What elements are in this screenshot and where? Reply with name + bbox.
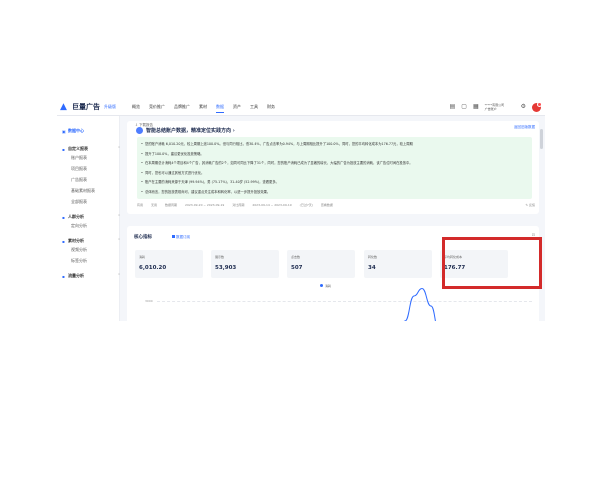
- checkbox-icon: [172, 235, 175, 238]
- sidebar-group[interactable]: ▪ 人群分析 ˄: [57, 214, 124, 220]
- data-center-icon: ▣: [62, 129, 66, 134]
- footer-item: 数据周期: [165, 203, 178, 207]
- metric-value: 34: [368, 265, 376, 271]
- sidebar-group[interactable]: ▪ 流量分析 ˄: [57, 273, 124, 279]
- nav-item[interactable]: 资产: [233, 104, 241, 113]
- metric-label: 点击数: [291, 255, 301, 259]
- sidebar-item[interactable]: 全部报表: [57, 199, 133, 205]
- footer-item: 2023-09-14 ~ 2023-09-19: [252, 203, 292, 207]
- nav-item[interactable]: 品牌推广: [174, 104, 190, 113]
- sidebar-item-label: 数据中心: [68, 128, 84, 133]
- summary-bullet: 在本周期总计消耗4个项目和4个广告，其消耗广告的2个，如同可同比下降了31个，同…: [141, 160, 413, 165]
- sidebar-group-label: 素材分析: [68, 238, 84, 243]
- line-chart: [404, 287, 436, 321]
- footer-item: (已过7天): [299, 203, 313, 207]
- chevron-up-icon: ˄: [118, 214, 120, 219]
- nav-item[interactable]: 工具: [250, 104, 258, 113]
- metric-card[interactable]: 消耗 6,010.20: [135, 250, 203, 278]
- sidebar: ▣ 数据中心 ▪ 自定义报表 ˄ 账户报表 项目报表 广告报表 基础素材报表 全部报表 ▪ 人群分析…: [57, 116, 120, 321]
- sidebar-group-label: 人群分析: [68, 214, 84, 219]
- sidebar-item[interactable]: 广告报表: [57, 177, 133, 183]
- summary-bullet: 账户在主要的消耗来源于天津 (99.94%)，男 (75.17%)，31-40岁…: [141, 179, 279, 184]
- footer-item[interactable]: 有用: [137, 203, 143, 207]
- account-switcher[interactable]: *****有限公司 广告账户: [485, 103, 515, 111]
- nav-item[interactable]: 素材: [199, 104, 207, 113]
- logo-icon: ▲: [60, 102, 67, 112]
- settings-icon[interactable]: ⚙: [521, 102, 526, 112]
- feedback-label: 反馈: [528, 203, 535, 207]
- core-metrics-title: 核心指标: [134, 235, 152, 240]
- data-subscribe-button[interactable]: 数据订阅: [172, 235, 190, 240]
- series-line: [404, 287, 436, 321]
- metric-value: 507: [291, 265, 303, 271]
- metric-card[interactable]: 点击数 507: [287, 250, 355, 278]
- highlight-box: [442, 237, 542, 289]
- avatar[interactable]: [532, 101, 542, 112]
- top-navbar: ▲ 巨量广告 升级版 概览 竞价推广 品牌推广 素材 数据 资产 工具 财务 ▤ ▢ ▦ **…: [57, 99, 545, 116]
- summary-bullet: 您的账户消耗 6,010.20元，较上周期上涨100.0%。但与同行相比，低30…: [141, 141, 413, 146]
- metric-label: 消耗: [139, 255, 146, 259]
- sidebar-group-label: 流量分析: [68, 273, 84, 278]
- sidebar-item[interactable]: 账户报表: [57, 155, 133, 161]
- group-icon: ▪: [62, 215, 65, 220]
- sidebar-item[interactable]: 视频分析: [57, 247, 133, 253]
- scrollbar[interactable]: [540, 129, 543, 149]
- logo[interactable]: ▲ 巨量广告 升级版: [60, 102, 116, 112]
- top-right-tools: ▤ ▢ ▦ *****有限公司 广告账户 ⚙: [450, 101, 542, 112]
- nav-item[interactable]: 竞价推广: [149, 104, 165, 113]
- data-subscribe-label: 数据订阅: [176, 234, 190, 239]
- group-icon: ▪: [62, 239, 65, 244]
- sidebar-item[interactable]: 标签分析: [57, 258, 133, 264]
- footer-item: 对比周期: [232, 203, 245, 207]
- sidebar-group[interactable]: ▪ 素材分析 ˄: [57, 238, 124, 244]
- nav-item[interactable]: 概览: [132, 104, 140, 113]
- group-icon: ▪: [62, 274, 65, 279]
- y-tick-label: 3000: [145, 299, 153, 303]
- metric-card[interactable]: 转化数 34: [364, 250, 432, 278]
- sidebar-group-label: 自定义报表: [68, 146, 88, 151]
- clipboard-icon[interactable]: ▤: [450, 102, 456, 112]
- sidebar-item[interactable]: 项目报表: [57, 166, 133, 172]
- metric-card[interactable]: 展示数 53,903: [211, 250, 279, 278]
- sidebar-item[interactable]: 定向分析: [57, 223, 133, 229]
- ai-summary-title[interactable]: 智能总结账户数据，精准定位实践方向 ›: [136, 127, 235, 134]
- return-old-link[interactable]: 返回旧版数据: [514, 125, 535, 130]
- nav-item[interactable]: 数据: [216, 104, 224, 113]
- sidebar-item[interactable]: 基础素材报表: [57, 188, 133, 194]
- metric-label: 展示数: [215, 255, 225, 259]
- group-icon: ▪: [62, 147, 65, 152]
- ai-summary-body: 您的账户消耗 6,010.20元，较上周期上涨100.0%。但与同行相比，低30…: [137, 137, 532, 199]
- grid-icon[interactable]: ▦: [473, 102, 479, 112]
- app-name: 巨量广告: [72, 103, 100, 111]
- ai-summary-card: ⇩ 下载报告 智能总结账户数据，精准定位实践方向 › 返回旧版数据 您的账户消耗…: [127, 121, 539, 214]
- account-type: 广告账户: [484, 107, 497, 111]
- metric-value: 6,010.20: [139, 265, 167, 271]
- summary-bullet: 总体而言，您的投放表现尚可，建议重点关注成本和转化率，以进一步提升投放效果。: [141, 189, 270, 194]
- ai-title-text: 智能总结账户数据，精准定位实践方向 ›: [146, 128, 235, 134]
- feedback-button[interactable]: ✎ 反馈: [526, 203, 535, 207]
- main-nav: 概览 竞价推广 品牌推广 素材 数据 资产 工具 财务: [132, 104, 275, 113]
- chevron-up-icon: ˄: [118, 146, 120, 151]
- y-tick-label: 2400: [145, 320, 153, 321]
- robot-icon: [136, 127, 143, 134]
- chevron-up-icon: ˄: [118, 273, 120, 278]
- footer-item[interactable]: 无用: [151, 203, 157, 207]
- sidebar-item-data-center[interactable]: ▣ 数据中心: [57, 128, 124, 134]
- metric-label: 转化数: [368, 255, 378, 259]
- summary-bullet: 同时，您也可以通过其他方式进行优化。: [141, 170, 204, 175]
- upgrade-badge: 升级版: [104, 104, 116, 109]
- footer-item[interactable]: 查看数据: [321, 203, 333, 207]
- bell-icon[interactable]: ▢: [461, 102, 467, 112]
- metric-value: 53,903: [215, 265, 237, 271]
- footer-item: 2023-09-20 ~ 2023-09-19: [185, 203, 225, 207]
- nav-item[interactable]: 财务: [267, 104, 275, 113]
- chevron-up-icon: ˄: [118, 238, 120, 243]
- ai-summary-footer: 有用 无用 数据周期 2023-09-20 ~ 2023-09-19 对比周期 2023-…: [137, 203, 333, 207]
- summary-bullet: 提升了100.0%，建议更优化投放策略。: [141, 151, 204, 156]
- sidebar-group[interactable]: ▪ 自定义报表 ˄: [57, 146, 124, 152]
